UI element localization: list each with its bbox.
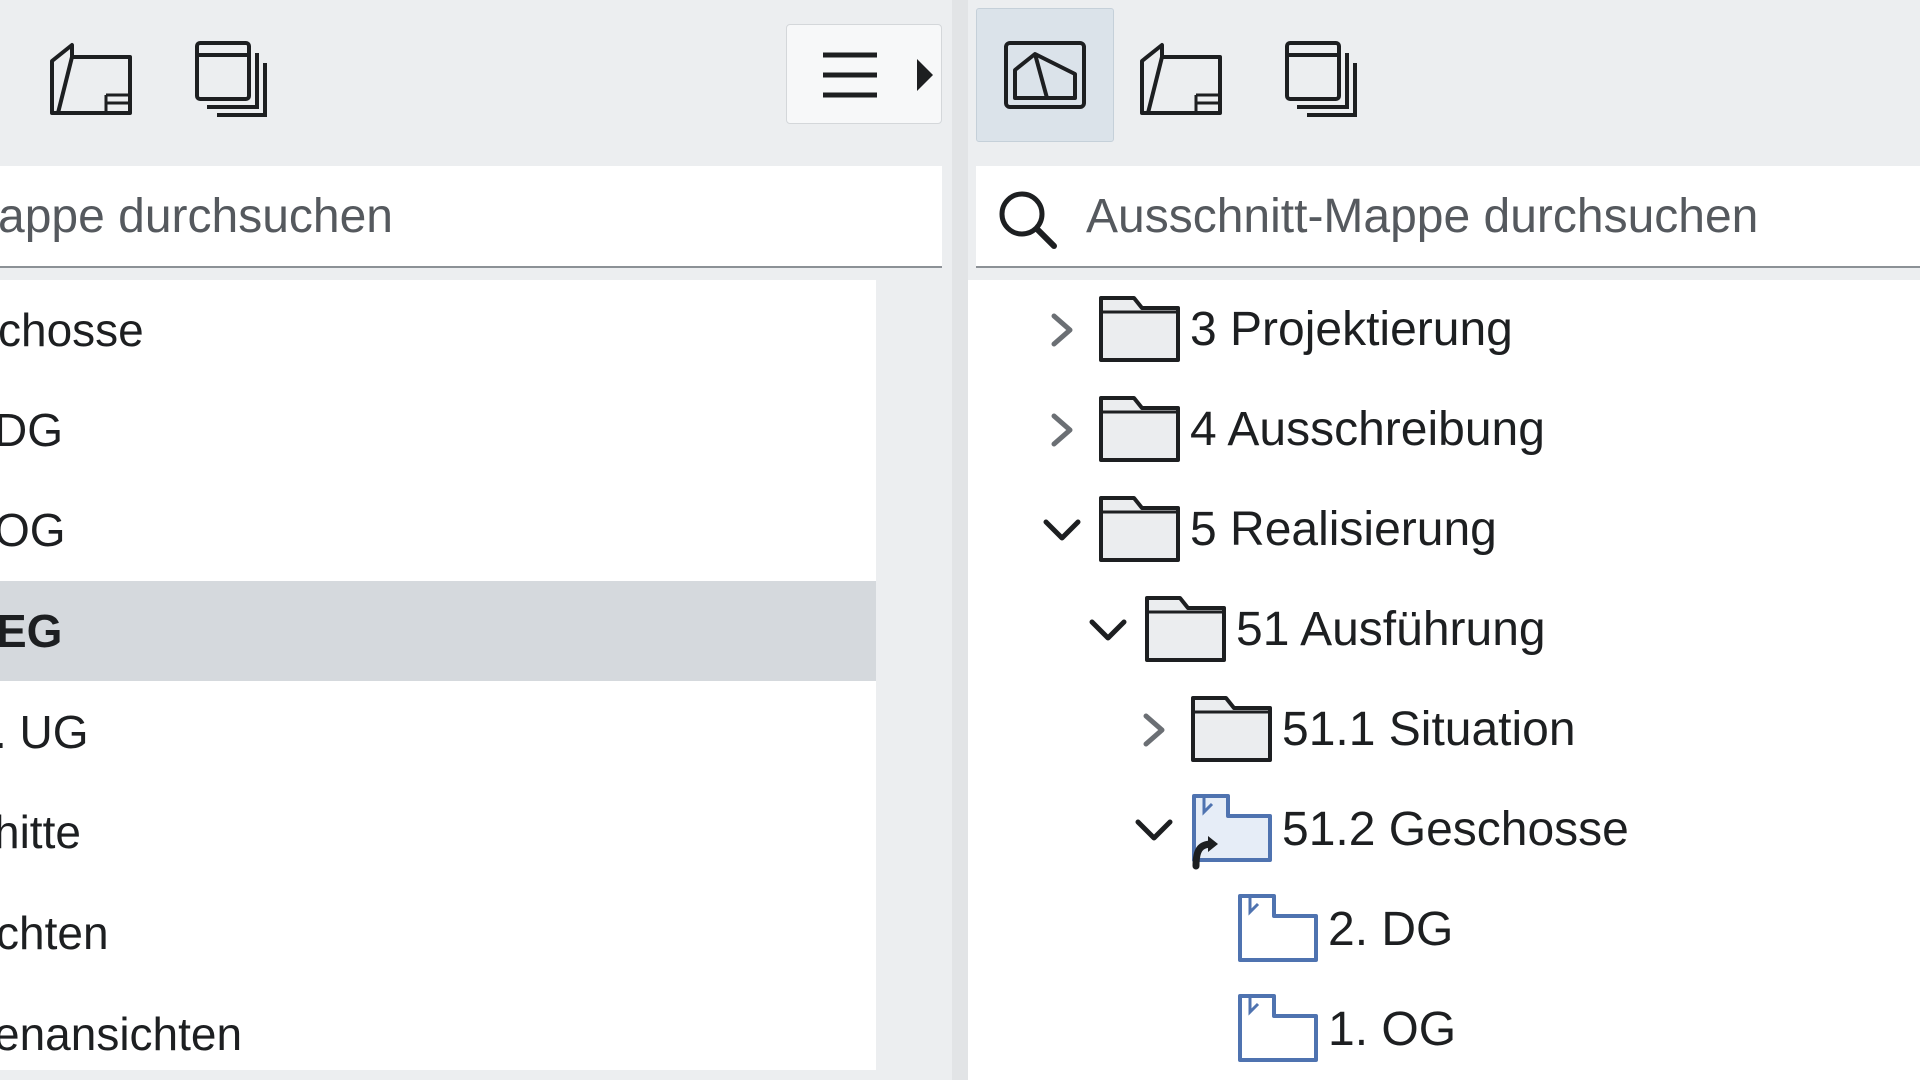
panel-menu-button[interactable] (786, 24, 942, 124)
left-list: chosse DG OG EG . UG hitte chten enansic… (0, 280, 876, 1070)
tree-item-label: 51.2 Geschosse (1282, 803, 1629, 856)
chevron-right-icon[interactable] (1042, 310, 1082, 350)
tree-item-label: 4 Ausschreibung (1190, 403, 1545, 456)
layout-book-icon (50, 43, 132, 115)
folder-icon (1099, 296, 1180, 362)
list-item[interactable]: . UG (0, 682, 876, 782)
view-icon (1238, 894, 1318, 962)
hamburger-menu-icon (823, 52, 877, 98)
publisher-sets-button[interactable] (176, 20, 286, 138)
folder-icon (1145, 596, 1226, 662)
left-search-placeholder: appe durchsuchen (0, 190, 393, 243)
layout-book-button[interactable] (36, 20, 146, 138)
view-map-icon (1004, 41, 1086, 109)
list-item[interactable]: DG (0, 380, 876, 480)
list-item[interactable]: enansichten (0, 984, 876, 1070)
tree-item[interactable]: 51 Ausführung (968, 580, 1920, 680)
list-item[interactable]: hitte (0, 782, 876, 882)
panel-splitter[interactable] (952, 0, 968, 1080)
chevron-right-icon[interactable] (1134, 710, 1174, 750)
folder-icon (1099, 396, 1180, 462)
tree-item[interactable]: 5 Realisierung (968, 480, 1920, 580)
chevron-right-icon[interactable] (1042, 410, 1082, 450)
publisher-sets-button[interactable] (1266, 20, 1376, 138)
tree-item-label: 51 Ausführung (1236, 603, 1546, 656)
tree-item[interactable]: 2. DG (968, 880, 1920, 980)
tree-item[interactable]: 51.1 Situation (968, 680, 1920, 780)
list-item[interactable]: chosse (0, 280, 876, 380)
view-map-button[interactable] (976, 8, 1114, 142)
stacked-sheets-icon (1285, 41, 1357, 117)
chevron-down-icon[interactable] (1134, 810, 1174, 850)
list-item[interactable]: OG (0, 480, 876, 580)
right-search-field[interactable]: Ausschnitt-Mappe durchsuchen (976, 166, 1920, 268)
tree-item-label: 1. OG (1328, 1003, 1457, 1056)
folder-icon (1099, 496, 1180, 562)
view-icon (1238, 994, 1318, 1062)
chevron-down-icon[interactable] (1088, 610, 1128, 650)
layout-book-icon (1140, 43, 1222, 115)
tree-item[interactable]: 51.2 Geschosse (968, 780, 1920, 880)
list-item-selected[interactable]: EG (0, 581, 876, 681)
tree-item-label: 2. DG (1328, 903, 1454, 956)
tree-item-label: 5 Realisierung (1190, 503, 1497, 556)
layout-book-button[interactable] (1126, 20, 1236, 138)
caret-right-icon (917, 59, 933, 91)
chevron-down-icon[interactable] (1042, 510, 1082, 550)
right-search-placeholder: Ausschnitt-Mappe durchsuchen (1086, 190, 1759, 243)
tree-item[interactable]: 4 Ausschreibung (968, 380, 1920, 480)
tree-item-label: 3 Projektierung (1190, 303, 1513, 356)
list-item[interactable]: chten (0, 883, 876, 983)
tree-item[interactable]: 1. OG (968, 980, 1920, 1080)
folder-icon (1191, 696, 1272, 762)
view-folder-shortcut-icon (1192, 794, 1272, 870)
stacked-sheets-icon (195, 41, 267, 117)
view-map-tree: 3 Projektierung 4 Ausschreibung 5 Realis… (968, 280, 1920, 1080)
tree-item-label: 51.1 Situation (1282, 703, 1576, 756)
left-search-field[interactable]: appe durchsuchen (0, 166, 942, 268)
tree-item[interactable]: 3 Projektierung (968, 280, 1920, 380)
search-icon (999, 191, 1057, 249)
